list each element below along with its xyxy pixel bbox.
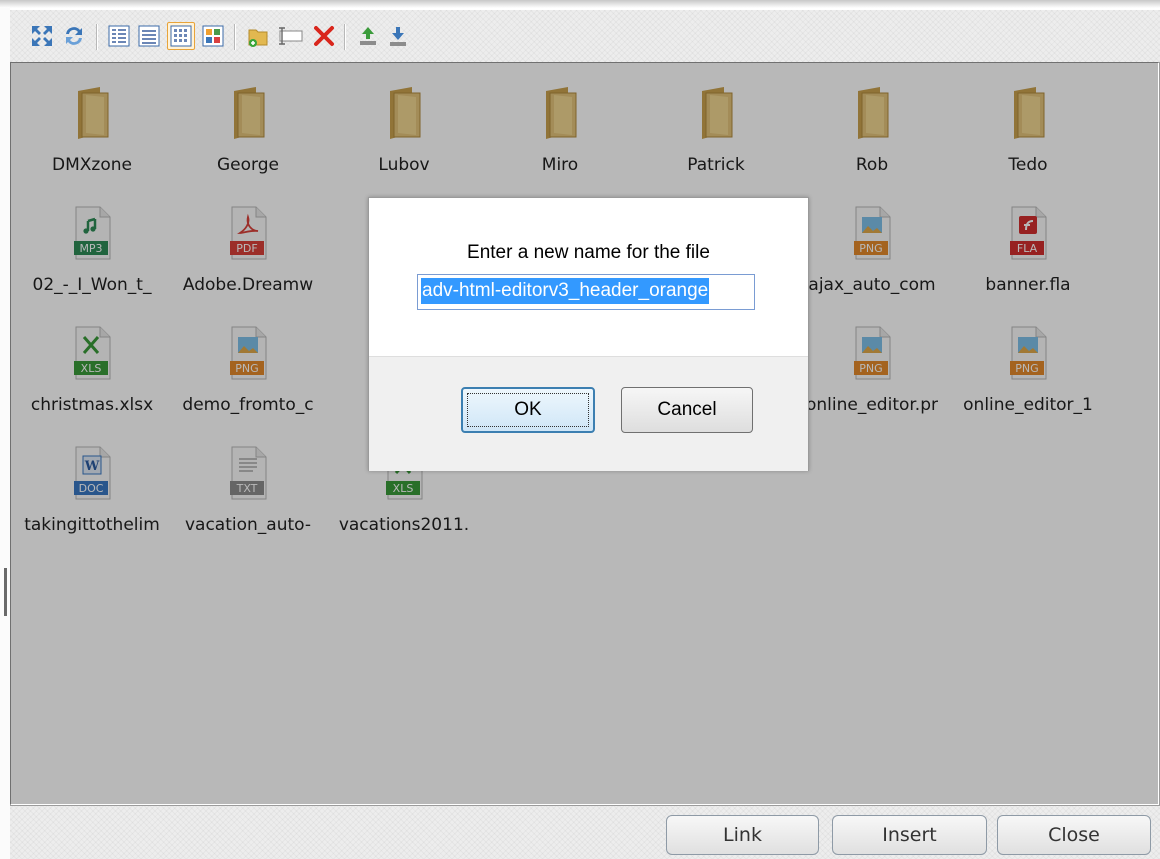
left-edge — [0, 8, 10, 859]
expand-icon[interactable] — [28, 22, 56, 50]
insert-button[interactable]: Insert — [832, 815, 987, 855]
download-icon[interactable] — [384, 22, 412, 50]
bottom-bar: Link Insert Close — [10, 806, 1160, 859]
dialog-body: Enter a new name for the file adv-html-e… — [369, 198, 808, 356]
thumbnails-view-icon[interactable] — [167, 22, 195, 50]
close-button[interactable]: Close — [997, 815, 1151, 855]
details-view-icon[interactable] — [105, 22, 133, 50]
rename-icon[interactable] — [276, 22, 304, 50]
dialog-prompt: Enter a new name for the file — [467, 242, 710, 263]
new-folder-icon[interactable] — [244, 22, 272, 50]
toolbar-separator — [234, 24, 236, 50]
toolbar — [10, 10, 1160, 62]
ok-button[interactable]: OK — [461, 387, 595, 433]
upload-icon[interactable] — [354, 22, 382, 50]
rename-dialog: Enter a new name for the file adv-html-e… — [368, 197, 809, 471]
toolbar-separator — [96, 24, 98, 50]
delete-icon[interactable] — [310, 22, 338, 50]
filename-input-value: adv-html-editorv3_header_orange — [421, 278, 710, 304]
list-view-icon[interactable] — [135, 22, 163, 50]
refresh-icon[interactable] — [60, 22, 88, 50]
filename-input[interactable]: adv-html-editorv3_header_orange — [417, 274, 755, 310]
cancel-button[interactable]: Cancel — [621, 387, 753, 433]
toolbar-separator — [344, 24, 346, 50]
tiles-view-icon[interactable] — [199, 22, 227, 50]
link-button[interactable]: Link — [666, 815, 819, 855]
top-edge — [0, 0, 1160, 8]
